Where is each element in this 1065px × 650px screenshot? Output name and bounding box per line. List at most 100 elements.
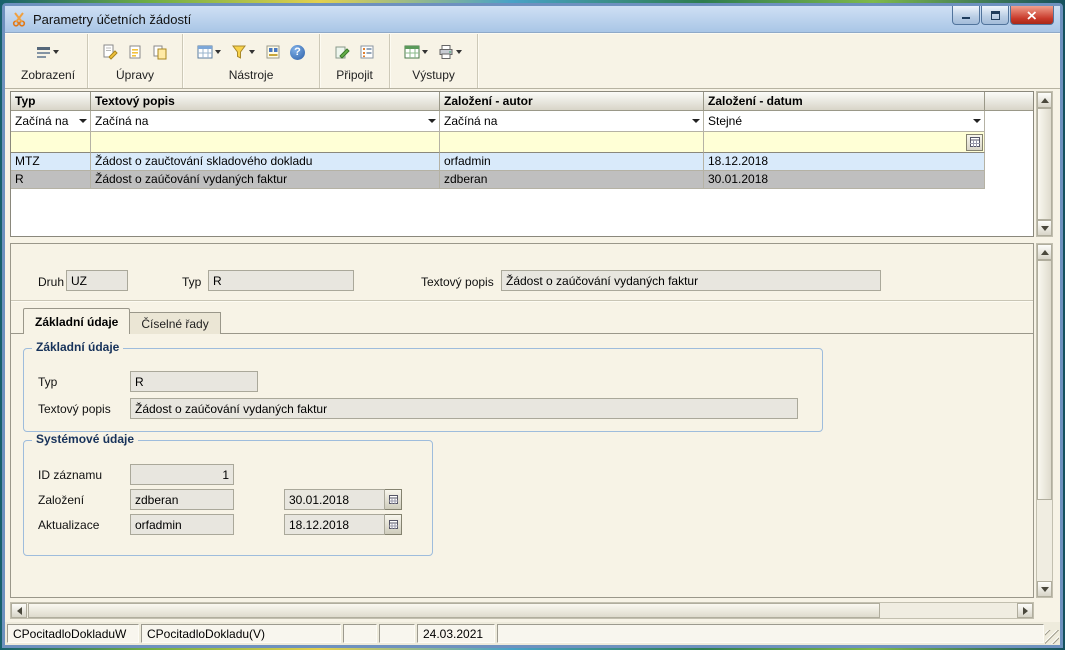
filter-icon	[231, 44, 247, 60]
column-header-typ[interactable]: Typ	[11, 92, 91, 111]
maximize-button[interactable]	[981, 6, 1009, 25]
filter-input-popis[interactable]	[91, 132, 440, 153]
status-cell-empty	[379, 624, 415, 643]
zalozeni-user-field[interactable]: zdberan	[130, 489, 234, 510]
chevron-down-icon[interactable]	[688, 119, 703, 123]
print-button[interactable]	[436, 42, 465, 62]
gb-popis-field[interactable]: Žádost o zaúčování vydaných faktur	[130, 398, 798, 419]
window-title: Parametry účetních žádostí	[33, 12, 191, 27]
detail-separator	[11, 300, 1033, 302]
detail-tabs: Základní údaje Číselné řady	[23, 308, 221, 334]
status-cell-date: 24.03.2021	[417, 624, 495, 643]
chevron-down-icon	[52, 50, 61, 54]
scrollbar-thumb[interactable]	[28, 603, 880, 618]
detail-panel: Druh UZ Typ R Textový popis Žádost o zaú…	[10, 243, 1034, 598]
tab-ciselne-rady[interactable]: Číselné řady	[130, 312, 220, 334]
filter-combo-popis[interactable]: Začíná na	[91, 111, 439, 131]
filter-combo-typ[interactable]: Začíná na	[11, 111, 90, 131]
status-cell-class-v: CPocitadloDokladu(V)	[141, 624, 341, 643]
calendar-button[interactable]	[966, 134, 983, 151]
copy-icon	[152, 44, 168, 60]
grid-header-row: Typ Textový popis Založení - autor Založ…	[11, 92, 1033, 111]
scroll-right-button[interactable]	[1017, 603, 1033, 618]
cell-typ[interactable]: R	[11, 171, 91, 189]
filter-input-datum[interactable]	[704, 132, 985, 153]
records-grid: Typ Textový popis Založení - autor Založ…	[10, 91, 1034, 237]
scrollbar-thumb[interactable]	[1037, 260, 1052, 500]
new-record-icon	[127, 44, 143, 60]
edit-icon	[102, 44, 118, 60]
view-menu-button[interactable]	[34, 42, 63, 62]
cell-popis[interactable]: Žádost o zaúčování vydaných faktur	[91, 171, 440, 189]
resize-grip[interactable]	[1045, 630, 1059, 644]
table-row[interactable]: MTZ Žádost o zaučtování skladového dokla…	[11, 153, 1033, 171]
aktualizace-user-field[interactable]: orfadmin	[130, 514, 234, 535]
scroll-left-button[interactable]	[11, 603, 27, 618]
filter-combo-autor[interactable]: Začíná na	[440, 111, 703, 131]
gb-typ-field[interactable]: R	[130, 371, 258, 392]
help-button[interactable]: ?	[288, 43, 307, 62]
groupbox-zakladni-title: Základní údaje	[32, 340, 123, 354]
filter-row-filler	[985, 111, 1033, 132]
toolbar-group-pripojit: Připojit	[320, 34, 390, 88]
detail-vertical-scrollbar[interactable]	[1036, 243, 1053, 598]
export-button[interactable]	[402, 42, 431, 62]
cell-autor[interactable]: zdberan	[440, 171, 704, 189]
view-menu-icon	[36, 44, 52, 60]
cell-datum[interactable]: 30.01.2018	[704, 171, 985, 189]
help-glyph: ?	[294, 46, 301, 58]
textovy-popis-field[interactable]: Žádost o zaúčování vydaných faktur	[501, 270, 881, 291]
druh-field[interactable]: UZ	[66, 270, 128, 291]
column-header-filler	[985, 92, 1033, 111]
cell-popis[interactable]: Žádost o zaučtování skladového dokladu	[91, 153, 440, 171]
cell-typ[interactable]: MTZ	[11, 153, 91, 171]
new-record-button[interactable]	[125, 42, 145, 62]
cell-autor[interactable]: orfadmin	[440, 153, 704, 171]
zalozeni-date-group: 30.01.2018	[284, 489, 402, 510]
cell-datum[interactable]: 18.12.2018	[704, 153, 985, 171]
toolbar-group-label-pripojit: Připojit	[336, 68, 373, 82]
filter-input-typ[interactable]	[11, 132, 91, 153]
filter-input-autor[interactable]	[440, 132, 704, 153]
scroll-up-button[interactable]	[1037, 244, 1052, 260]
close-icon	[1024, 7, 1040, 23]
filter-button[interactable]	[229, 42, 258, 62]
tab-zakladni-udaje[interactable]: Základní údaje	[23, 308, 130, 334]
aktualizace-date-field[interactable]: 18.12.2018	[284, 514, 385, 535]
filter-combo-datum[interactable]: Stejné	[704, 111, 984, 131]
copy-record-button[interactable]	[150, 42, 170, 62]
scrollbar-thumb[interactable]	[1037, 108, 1052, 220]
column-header-zalozeni-autor[interactable]: Založení - autor	[440, 92, 704, 111]
typ-field[interactable]: R	[208, 270, 354, 291]
filter-input-filler	[985, 132, 1033, 153]
chevron-down-icon	[454, 50, 463, 54]
summary-button[interactable]	[263, 42, 283, 62]
attach-edit-button[interactable]	[332, 42, 352, 62]
chevron-down-icon[interactable]	[969, 119, 984, 123]
table-row-selected[interactable]: R Žádost o zaúčování vydaných faktur zdb…	[11, 171, 1033, 189]
scroll-down-button[interactable]	[1037, 581, 1052, 597]
app-icon[interactable]	[11, 11, 27, 27]
attach-edit-icon	[334, 44, 350, 60]
grid-vertical-scrollbar[interactable]	[1036, 91, 1053, 237]
table-settings-button[interactable]	[195, 42, 224, 62]
zalozeni-label: Založení	[38, 493, 84, 507]
horizontal-scrollbar[interactable]	[10, 602, 1034, 619]
chevron-down-icon[interactable]	[424, 119, 439, 123]
column-header-zalozeni-datum[interactable]: Založení - datum	[704, 92, 985, 111]
edit-record-button[interactable]	[100, 42, 120, 62]
zalozeni-date-field[interactable]: 30.01.2018	[284, 489, 385, 510]
toolbar-group-label-nastroje: Nástroje	[229, 68, 274, 82]
minimize-button[interactable]	[952, 6, 980, 25]
attach-list-button[interactable]	[357, 42, 377, 62]
date-picker-button[interactable]	[385, 489, 402, 510]
scroll-down-button[interactable]	[1037, 220, 1052, 236]
scroll-up-button[interactable]	[1037, 92, 1052, 108]
close-button[interactable]	[1010, 6, 1054, 25]
column-header-textovy-popis[interactable]: Textový popis	[91, 92, 440, 111]
desktop-background: Parametry účetních žádostí	[0, 0, 1065, 650]
id-zaznamu-field[interactable]: 1	[130, 464, 234, 485]
date-picker-button[interactable]	[385, 514, 402, 535]
titlebar[interactable]: Parametry účetních žádostí	[5, 6, 1060, 33]
chevron-down-icon[interactable]	[75, 119, 90, 123]
